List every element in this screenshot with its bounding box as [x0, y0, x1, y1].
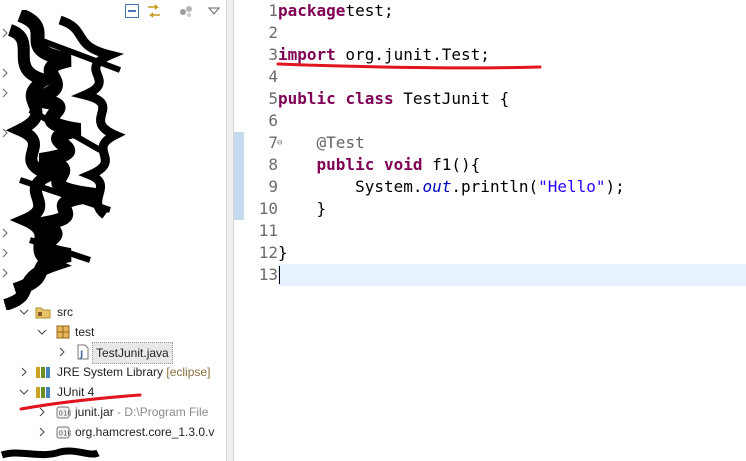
line-number: 10	[258, 199, 278, 218]
java-file-icon: J	[75, 344, 91, 360]
chevron-right-icon[interactable]	[36, 402, 48, 422]
svg-text:010: 010	[59, 430, 72, 438]
line-number: 2	[268, 23, 278, 42]
package-icon	[55, 324, 71, 340]
line-number-ruler: 1 2 3 4 5 6 7 ⊖ 8 9 10 11 12 13	[244, 0, 282, 461]
code-token: f1(){	[422, 155, 481, 174]
line-number: 7	[268, 133, 278, 152]
package-explorer: src test J TestJunit.java JRE System Lib…	[0, 0, 227, 461]
line-number: 11	[258, 221, 278, 240]
tree-item-testjunit-java[interactable]: J TestJunit.java	[0, 342, 226, 364]
line-number: 3	[268, 45, 278, 64]
code-token-str: "Hello"	[538, 177, 606, 196]
view-menu-dropdown-icon[interactable]	[206, 3, 222, 19]
tree-item-label: junit.jar	[75, 405, 114, 419]
code-token-kw: package	[278, 1, 346, 20]
line-number: 1	[268, 1, 278, 20]
tree-item-jre-system-library[interactable]: JRE System Library [eclipse]	[0, 362, 226, 382]
current-line-highlight	[278, 264, 746, 286]
tree-item-junit-jar[interactable]: 010 junit.jar - D:\Program File	[0, 402, 226, 422]
tree-item-label: TestJunit.java	[92, 342, 173, 364]
change-ruler	[234, 0, 244, 461]
jar-icon: 010	[55, 424, 72, 440]
source-folder-icon	[35, 304, 51, 320]
view-menu-icon[interactable]	[178, 3, 194, 19]
code-line[interactable]: }	[278, 198, 327, 220]
code-token-kw: public	[278, 89, 336, 108]
code-token: System.	[278, 177, 423, 196]
code-token-kw: import	[278, 45, 336, 64]
java-editor[interactable]: 1 2 3 4 5 6 7 ⊖ 8 9 10 11 12 13 packagetest; import or…	[234, 0, 746, 461]
code-line[interactable]: import org.junit.Test;	[278, 44, 490, 66]
code-line[interactable]: System.out.println("Hello");	[278, 176, 625, 198]
tree-item-hamcrest-jar[interactable]: 010 org.hamcrest.core_1.3.0.v	[0, 422, 226, 442]
line-number: 13	[258, 265, 278, 284]
code-token: }	[278, 243, 288, 262]
link-with-editor-icon[interactable]	[146, 3, 162, 19]
tree-item-junit-4[interactable]: JUnit 4	[0, 382, 226, 402]
tree-item-decoration: - D:\Program File	[117, 405, 209, 419]
chevron-right-icon[interactable]	[36, 422, 48, 442]
code-token-kw: public	[316, 155, 375, 174]
code-line[interactable]: packagetest;	[278, 0, 394, 22]
tree-item-label: JRE System Library	[57, 365, 164, 379]
line-number: 4	[268, 67, 278, 86]
library-icon	[35, 364, 51, 380]
code-token-kw: void	[383, 155, 423, 174]
line-number: 5	[268, 89, 278, 108]
code-token: .println(	[451, 177, 539, 196]
tree-item-package[interactable]: test	[0, 322, 226, 342]
redaction-scribble	[3, 10, 126, 310]
code-token-kw: class	[345, 89, 394, 108]
tree-item-src[interactable]: src	[0, 302, 226, 322]
text-caret	[279, 266, 280, 284]
chevron-down-icon[interactable]	[18, 382, 30, 402]
code-token: );	[605, 177, 625, 196]
code-token: org.junit.Test;	[335, 45, 490, 64]
code-line[interactable]: @Test	[278, 132, 365, 154]
chevron-down-icon[interactable]	[36, 322, 48, 342]
line-number: 9	[268, 177, 278, 196]
view-sash[interactable]	[227, 0, 234, 461]
chevron-right-icon[interactable]	[56, 342, 68, 362]
collapsed-tree-chevrons	[2, 28, 8, 278]
chevron-down-icon[interactable]	[18, 302, 30, 322]
chevron-right-icon[interactable]	[18, 362, 30, 382]
code-token: test;	[345, 1, 394, 20]
code-line[interactable]: public class TestJunit {	[278, 88, 509, 110]
tree-item-label: JUnit 4	[57, 385, 95, 399]
tree-item-label: src	[57, 305, 73, 319]
code-token: }	[278, 199, 327, 218]
line-number: 12	[258, 243, 278, 262]
svg-text:010: 010	[59, 410, 72, 418]
code-token: TestJunit {	[393, 89, 510, 108]
jar-icon: 010	[55, 404, 72, 420]
svg-text:J: J	[79, 350, 83, 360]
redaction-scribble	[0, 447, 100, 459]
code-token-ann: @Test	[316, 133, 365, 152]
code-line[interactable]: public void f1(){	[278, 154, 481, 176]
line-number: 6	[268, 111, 278, 130]
code-line[interactable]: }	[278, 242, 288, 264]
tree-item-decoration: [eclipse]	[166, 365, 211, 379]
code-token-fld: out	[422, 177, 452, 196]
tree-item-label: org.hamcrest.core_1.3.0.v	[75, 425, 215, 439]
change-marker	[234, 132, 244, 220]
library-icon	[35, 384, 51, 400]
line-number: 8	[268, 155, 278, 174]
tree-item-label: test	[75, 325, 95, 339]
